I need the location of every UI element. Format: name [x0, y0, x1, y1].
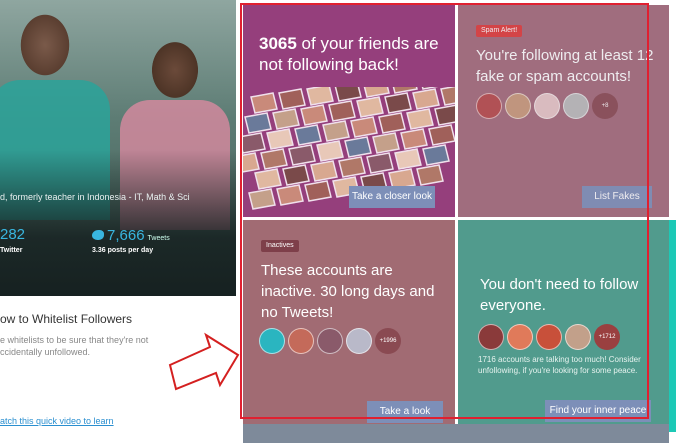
mosaic-photo	[428, 124, 455, 146]
avatar	[478, 324, 504, 350]
mosaic-photo	[434, 104, 455, 126]
mosaic-photo	[260, 148, 288, 170]
whitelist-description: e whitelists to be sure that they're not…	[0, 335, 149, 357]
avatar	[505, 93, 531, 119]
avatar	[536, 324, 562, 350]
not-following-headline: 3065 of your friends are not following b…	[259, 33, 439, 75]
tweets-label: Tweets	[147, 235, 170, 242]
mosaic-photo	[276, 184, 304, 206]
bottom-strip	[243, 424, 669, 443]
tweets-stat: 7,666 Tweets	[92, 227, 170, 244]
mosaic-photo	[282, 164, 310, 186]
not-following-count: 3065	[259, 34, 297, 53]
avatar	[259, 328, 285, 354]
avatar	[346, 328, 372, 354]
mosaic-photo	[416, 164, 444, 186]
talkers-headline: You don't need to follow everyone.	[480, 276, 639, 314]
spam-alert-tag: Spam Alert!	[476, 25, 523, 37]
mosaic-photo	[243, 132, 266, 154]
followers-label: Twitter	[0, 247, 23, 254]
take-closer-look-button[interactable]: Take a closer look	[349, 186, 435, 208]
whitelist-title: ow to Whitelist Followers	[0, 312, 133, 326]
avatar	[507, 324, 533, 350]
mosaic-photo	[394, 148, 422, 170]
avatar	[534, 93, 560, 119]
mosaic-photo	[288, 144, 316, 166]
avatar	[288, 328, 314, 354]
find-inner-peace-button[interactable]: Find your inner peace	[545, 400, 651, 422]
inactives-card[interactable]: Inactives These accounts are inactive. 3…	[243, 220, 455, 432]
posts-per-day: 3.36 posts per day	[92, 247, 154, 254]
inactives-headline: These accounts are inactive. 30 long day…	[261, 262, 435, 321]
mosaic-photo	[243, 152, 260, 173]
mosaic-photo	[372, 132, 400, 154]
more-inactives-count: +1996	[375, 328, 401, 354]
mosaic-photo	[322, 120, 350, 142]
avatar	[317, 328, 343, 354]
mosaic-photo	[248, 188, 276, 210]
photo-overlay	[0, 150, 236, 296]
talker-accounts-avatars: +1712	[478, 324, 620, 350]
talkers-card[interactable]: You don't need to follow everyone. +1712…	[458, 220, 669, 432]
mosaic-photo	[304, 180, 332, 202]
mosaic-photo	[378, 112, 406, 134]
tweets-count: 7,666	[107, 227, 145, 244]
mosaic-photo	[392, 87, 418, 94]
mosaic-photo	[406, 108, 434, 130]
whitelist-video-link[interactable]: atch this quick video to learn	[0, 416, 114, 426]
avatar	[565, 324, 591, 350]
avatar	[476, 93, 502, 119]
mosaic-photo	[422, 144, 450, 166]
fakes-card[interactable]: Spam Alert! You're following at least 12…	[458, 5, 669, 217]
mosaic-photo	[338, 156, 366, 178]
followers-count: 282	[0, 226, 26, 243]
mosaic-photo	[300, 104, 328, 126]
avatar	[563, 93, 589, 119]
mosaic-photo	[266, 128, 294, 150]
mosaic-photo	[272, 108, 300, 130]
mosaic-photo	[440, 87, 455, 106]
arrow-right-icon	[168, 332, 240, 391]
mosaic-photo	[384, 92, 412, 114]
take-a-look-button[interactable]: Take a look	[367, 401, 443, 423]
mosaic-photo	[363, 87, 390, 98]
twitter-bird-icon	[92, 230, 104, 240]
fake-accounts-avatars: +8	[476, 93, 618, 119]
inactives-tag: Inactives	[261, 240, 299, 252]
list-fakes-button[interactable]: List Fakes	[582, 186, 652, 208]
mosaic-photo	[366, 152, 394, 174]
mosaic-photo	[412, 88, 440, 110]
mosaic-photo	[334, 87, 362, 102]
mosaic-photo	[278, 88, 306, 110]
inactive-accounts-avatars: +1996	[259, 328, 401, 354]
profile-bio: d, formerly teacher in Indonesia - IT, M…	[0, 192, 190, 202]
fakes-headline: You're following at least 12 fake or spa…	[476, 47, 654, 85]
mosaic-photo	[306, 87, 334, 106]
mosaic-photo	[310, 160, 338, 182]
mosaic-photo	[400, 128, 428, 150]
mosaic-photo	[356, 96, 384, 118]
mosaic-photo	[328, 100, 356, 122]
not-following-card[interactable]: 3065 of your friends are not following b…	[243, 5, 455, 217]
mosaic-photo	[244, 112, 272, 134]
talkers-description: 1716 accounts are talking too much! Cons…	[478, 355, 641, 375]
mosaic-photo	[254, 168, 282, 190]
more-fakes-count: +8	[592, 93, 618, 119]
mosaic-photo	[316, 140, 344, 162]
mosaic-photo	[350, 116, 378, 138]
mosaic-photo	[250, 92, 278, 114]
mosaic-photo	[294, 124, 322, 146]
more-talkers-count: +1712	[594, 324, 620, 350]
mosaic-photo	[344, 136, 372, 158]
